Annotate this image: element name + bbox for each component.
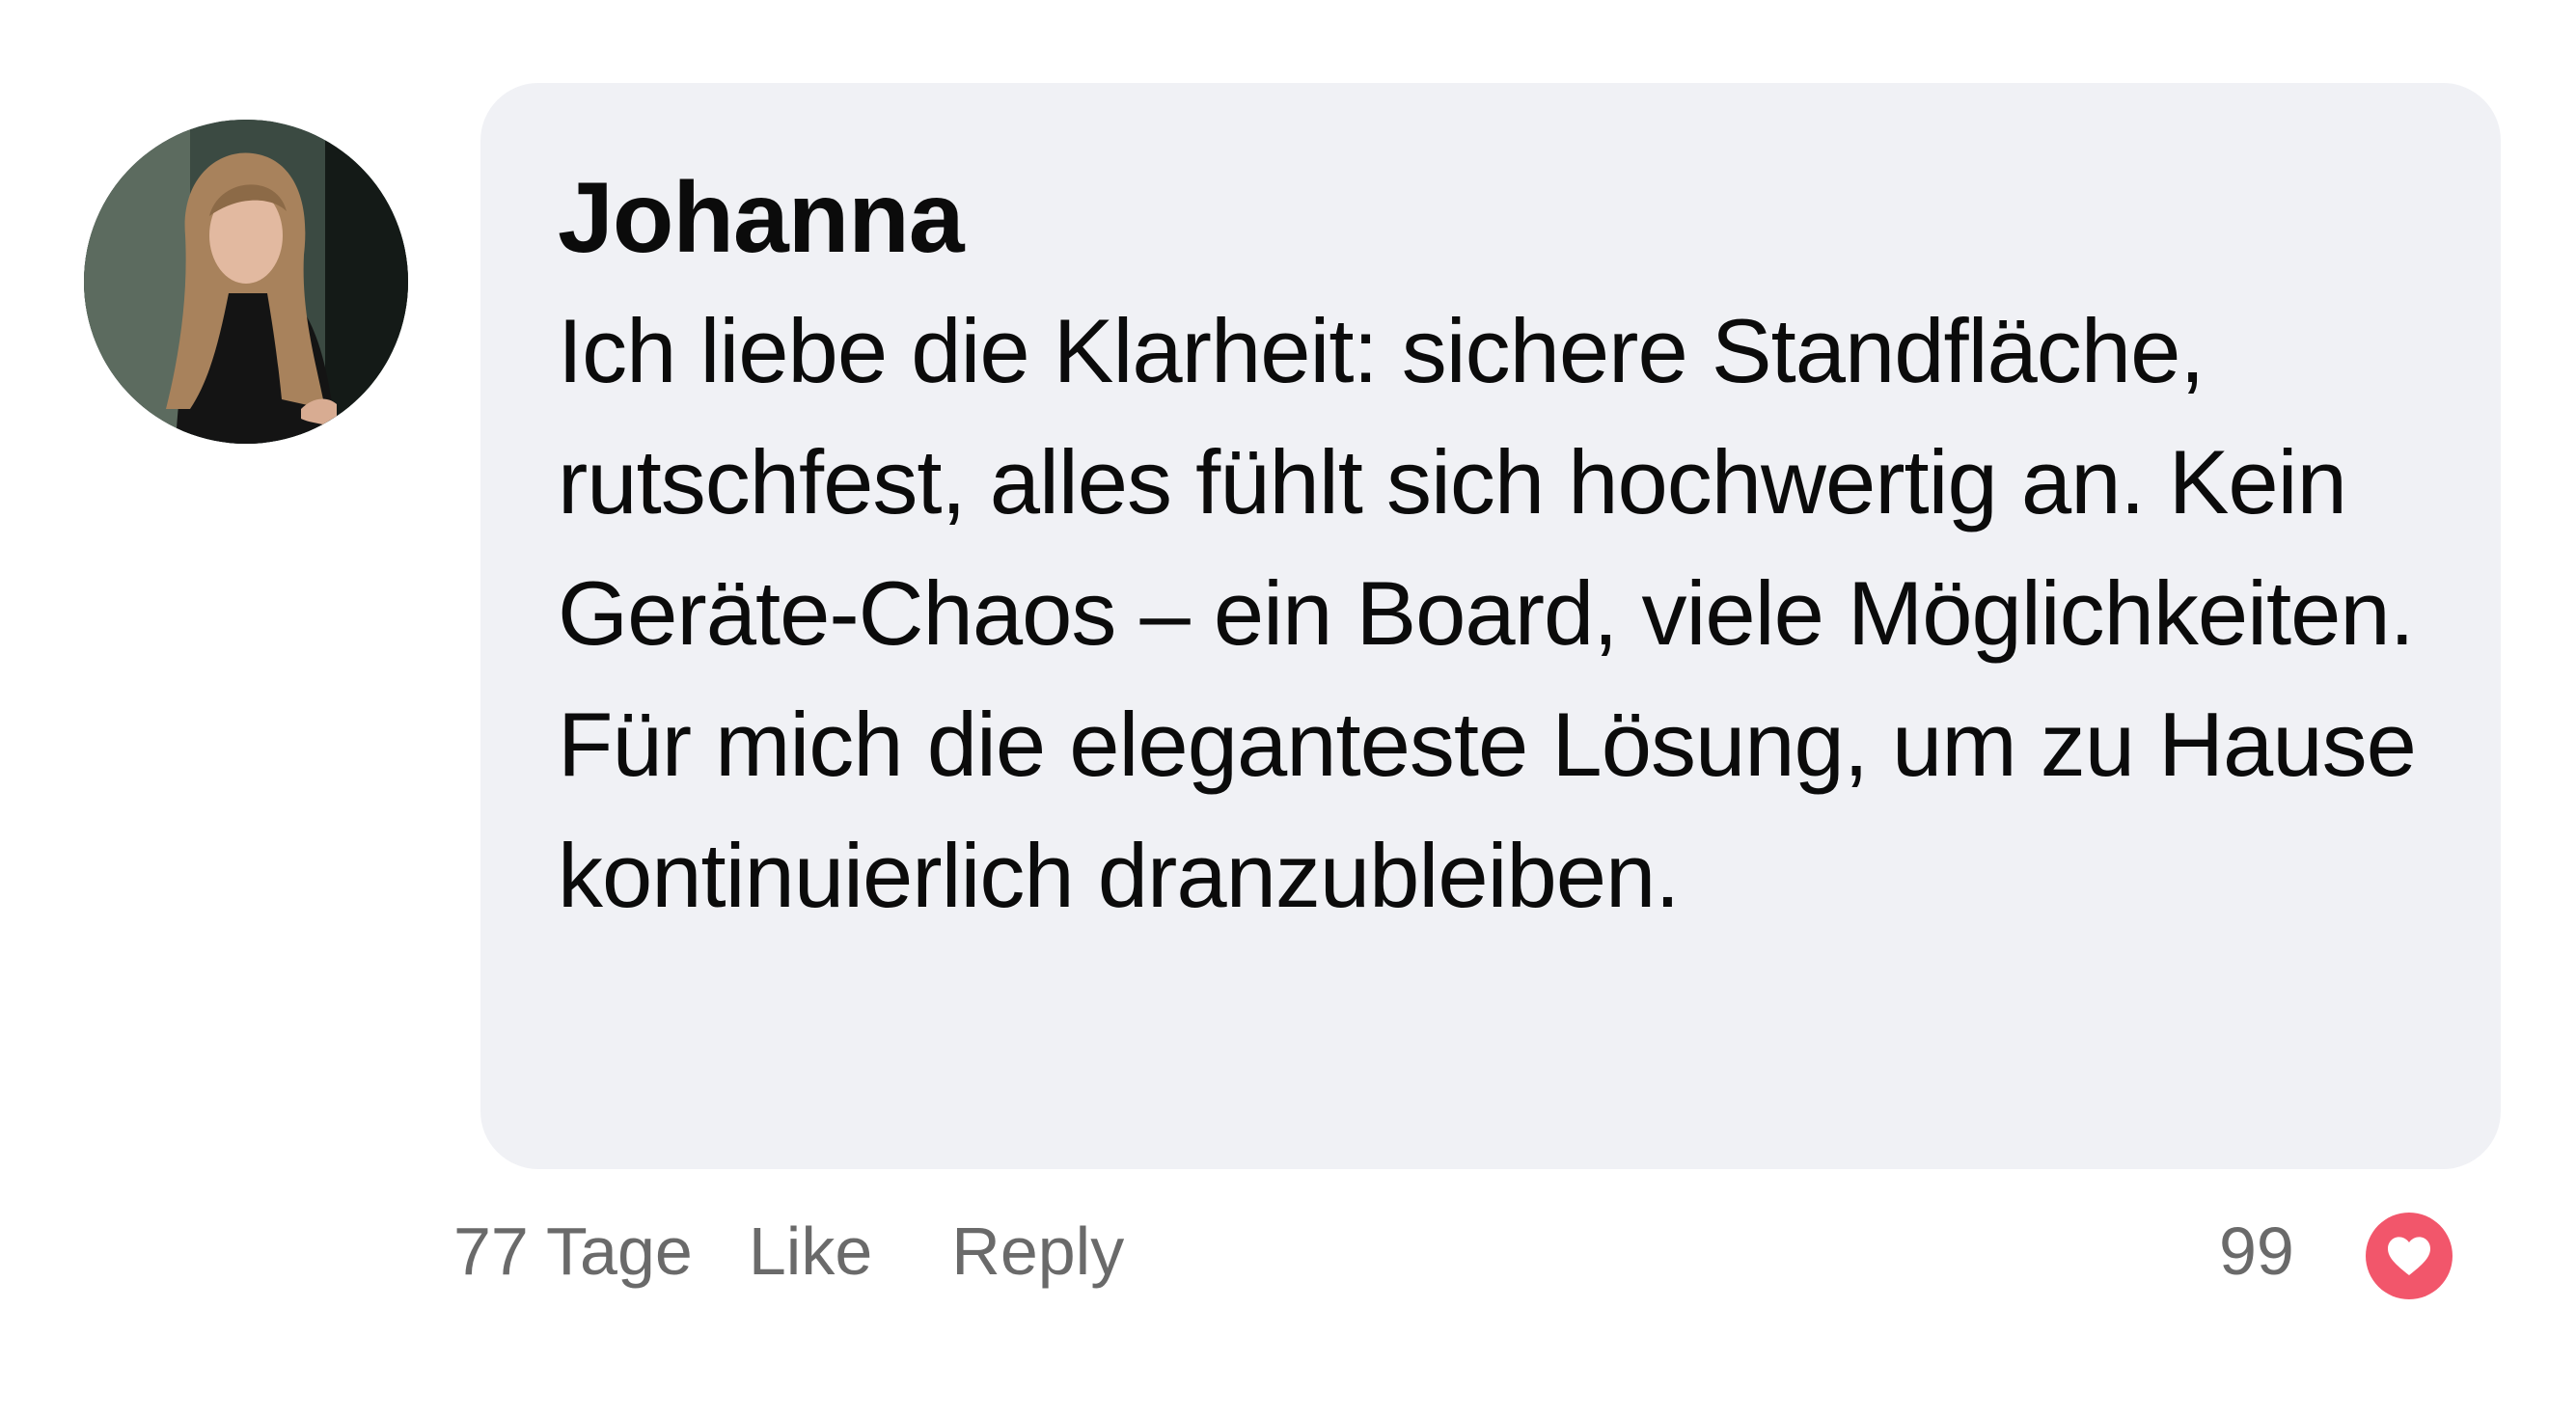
comment-timestamp: 77 Tage [453,1213,693,1289]
heart-reaction-button[interactable] [2366,1213,2453,1299]
avatar-image [84,120,408,444]
reply-button[interactable]: Reply [951,1213,1124,1290]
comment-author[interactable]: Johanna [558,150,2424,286]
avatar[interactable] [84,120,408,444]
comment: Johanna Ich liebe die Klarheit: sichere … [0,0,2576,1418]
comment-text: Ich liebe die Klarheit: sichere Standflä… [558,300,2417,926]
like-count: 99 [2219,1213,2294,1289]
comment-bubble: Johanna Ich liebe die Klarheit: sichere … [480,83,2501,1169]
comment-actions: 77 Tage Like Reply [453,1208,1124,1295]
heart-icon [2388,1237,2430,1275]
like-button[interactable]: Like [749,1213,872,1290]
